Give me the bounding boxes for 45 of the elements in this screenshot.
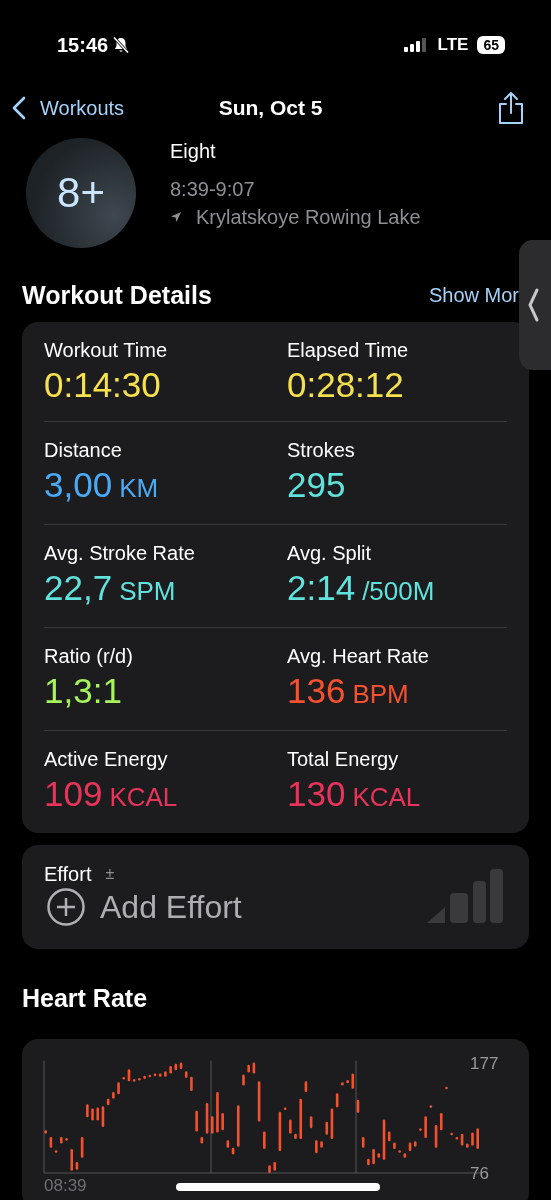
status-time: 15:46 — [57, 33, 109, 57]
workout-badge: 8+ — [26, 138, 136, 248]
metric-label: Avg. Heart Rate — [287, 644, 430, 669]
axis-tick-label: 76 — [470, 1164, 489, 1183]
metric-label: Active Energy — [44, 747, 169, 772]
axis-tick-label: 177 — [470, 1053, 499, 1073]
metric-label: Total Energy — [287, 747, 400, 772]
section-title: Heart Rate — [22, 983, 148, 1013]
metric-value: 0:14:30 — [44, 364, 162, 406]
workout-time-range: 8:39-9:07 — [170, 177, 256, 202]
workout-location: Krylatskoye Rowing Lake — [196, 205, 421, 230]
metric-value: 22,7 SPM — [44, 567, 177, 609]
plus-circle-icon[interactable] — [46, 887, 86, 927]
share-icon[interactable] — [497, 91, 525, 125]
muted-bell-icon — [112, 36, 131, 54]
metric-value: 0:28:12 — [287, 364, 405, 406]
metric-value: 295 — [287, 464, 347, 506]
axis-tick-label: 08:39 — [44, 1176, 87, 1195]
workout-name: Eight — [170, 139, 217, 164]
metric-label: Ratio (r/d) — [44, 644, 134, 669]
metric-value: 136 BPM — [287, 670, 410, 712]
metric-value: 2:14 /500M — [287, 567, 436, 609]
metric-value: 109 KCAL — [44, 773, 179, 815]
chevron-left-icon[interactable] — [12, 96, 26, 120]
metric-label: Distance — [44, 438, 123, 463]
back-button[interactable]: Workouts — [12, 96, 125, 120]
effort-level-icon — [427, 869, 503, 923]
metric-value: 1,3:1 — [44, 670, 123, 712]
metric-label: Workout Time — [44, 338, 168, 363]
metric-label: Avg. Stroke Rate — [44, 541, 196, 566]
metric-label: Avg. Split — [287, 541, 373, 566]
show-more-link[interactable]: Show Mor — [428, 283, 519, 307]
metric-value: 130 KCAL — [287, 773, 422, 815]
side-panel-handle[interactable] — [519, 240, 551, 370]
add-effort-button[interactable]: Add Effort — [46, 887, 242, 927]
battery-indicator: 65 — [477, 36, 505, 54]
signal-icon — [403, 38, 428, 52]
effort-label: Effort — [44, 862, 92, 887]
network-type: LTE — [437, 35, 469, 55]
metric-label: Elapsed Time — [287, 338, 410, 363]
location-arrow-icon — [170, 211, 182, 223]
metric-label: Strokes — [287, 438, 356, 463]
metric-value: 3,00 KM — [44, 464, 160, 506]
section-title: Workout Details — [22, 280, 212, 310]
plus-minus-sign: ± — [105, 865, 115, 883]
